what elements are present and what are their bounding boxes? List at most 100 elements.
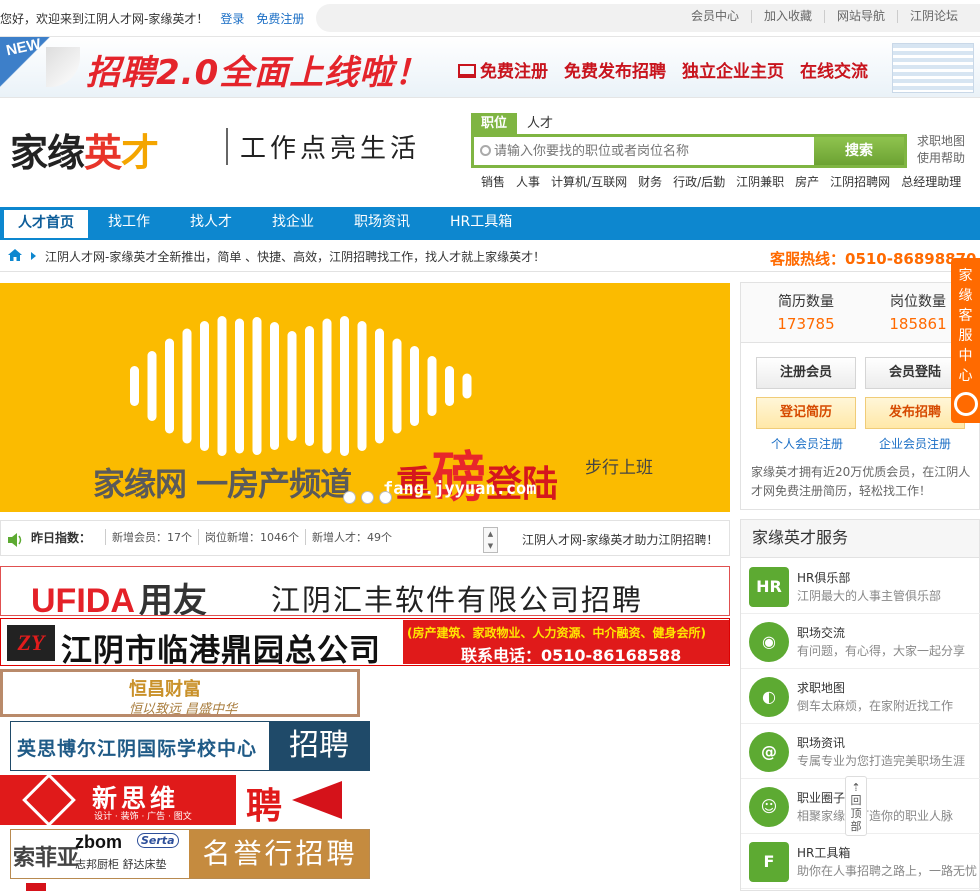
service-item-job-map[interactable]: ◐ 求职地图 倒车太麻烦，在家附近找工作	[741, 669, 980, 724]
nav-home[interactable]: 人才首页	[4, 207, 88, 238]
xsw-recruit-tag: 聘	[236, 775, 360, 825]
home-icon[interactable]	[8, 249, 22, 261]
main-nav: 人才首页 找工作 找人才 找企业 职场资讯 HR工具箱	[0, 207, 980, 238]
company-register-link[interactable]: 企业会员注册	[879, 435, 951, 452]
toolbox-icon: F	[749, 842, 789, 882]
login-link[interactable]: 登录	[220, 12, 244, 26]
post-job-button[interactable]: 发布招聘	[865, 397, 965, 429]
search-input[interactable]	[494, 140, 814, 162]
ad-zy[interactable]: ZY 江阴市临港鼎园总公司 (房产建筑、家政物业、人力资源、中介融资、健身会所)…	[0, 618, 730, 666]
ad-xinsiwei[interactable]: 新思维 设计 · 装饰 · 广告 · 图文 聘	[0, 775, 360, 825]
ufida-cn: 用友	[138, 582, 207, 616]
search-side-links: 求职地图 使用帮助	[917, 133, 965, 167]
ad-partial[interactable]	[0, 883, 360, 891]
hr-icon: HR	[749, 567, 789, 607]
sound-wave-bar	[445, 366, 454, 406]
ufida-logo: UFIDA 用友	[31, 573, 207, 616]
forum-link[interactable]: 江阴论坛	[896, 10, 970, 23]
service-item-career-news[interactable]: @ 职场资讯 专属专业为您打造完美职场生涯	[741, 724, 980, 779]
help-link[interactable]: 使用帮助	[917, 150, 965, 167]
scroll-news[interactable]: 江阴人才网-家缘英才助力江阴招聘！	[522, 531, 718, 548]
brand-serta: Serta	[137, 833, 179, 848]
welcome-text: 您好，欢迎来到江阴人才网-家缘英才！	[0, 12, 209, 26]
service-desc: 助你在人事招聘之路上，一路无忧	[797, 864, 978, 878]
hot-keyword[interactable]: 计算机/互联网	[551, 173, 627, 190]
nav-find-talent[interactable]: 找人才	[170, 207, 252, 238]
register-link[interactable]: 免费注册	[256, 12, 304, 26]
hot-keyword[interactable]: 总经理助理	[901, 173, 961, 190]
job-map-link[interactable]: 求职地图	[917, 133, 965, 150]
arrow-up-icon: ⇡	[851, 781, 861, 794]
service-item-hr-club[interactable]: HR HR俱乐部 江阴最大的人事主管俱乐部	[741, 559, 980, 614]
scroll-down-icon[interactable]: ▼	[484, 540, 497, 552]
nav-find-company[interactable]: 找企业	[252, 207, 334, 238]
ad-school[interactable]: 英思博尔江阴国际学校中心 招聘	[10, 721, 370, 771]
ad-ufida[interactable]: UFIDA 用友 江阴汇丰软件有限公司招聘	[0, 566, 730, 616]
member-center-link[interactable]: 会员中心	[679, 10, 751, 23]
sound-wave-bar	[252, 317, 262, 455]
member-panel: 注册会员 会员登陆 登记简历 发布招聘 个人会员注册 企业会员注册 家缘英才拥有…	[740, 342, 980, 510]
hot-keyword[interactable]: 房产	[795, 173, 819, 190]
school-name: 英思博尔江阴国际学校中心	[17, 738, 258, 760]
service-desc: 专属专业为您打造完美职场生涯	[797, 754, 966, 768]
hot-keyword[interactable]: 销售	[481, 173, 505, 190]
hero-url: fang.jyyuan.com	[383, 479, 537, 499]
welcome-message: 您好，欢迎来到江阴人才网-家缘英才！ 登录 免费注册	[0, 10, 304, 27]
nav-hr-tools[interactable]: HR工具箱	[430, 207, 532, 238]
site-nav-link[interactable]: 网站导航	[823, 10, 897, 23]
slider-dot[interactable]	[343, 491, 356, 504]
promo-banner[interactable]: NEW 招聘2.0全面上线啦！ 免费注册 免费发布招聘 独立企业主页 在线交流	[0, 36, 980, 98]
hot-keyword[interactable]: 江阴招聘网	[830, 173, 890, 190]
monitor-icon	[458, 64, 476, 78]
member-login-button[interactable]: 会员登陆	[865, 357, 965, 389]
nav-find-job[interactable]: 找工作	[88, 207, 170, 238]
customer-service-float[interactable]: 家缘客服中心	[951, 258, 980, 423]
service-item-hr-tools[interactable]: F HR工具箱 助你在人事招聘之路上，一路无忧	[741, 834, 980, 889]
search-button[interactable]: 搜索	[814, 137, 904, 165]
tab-talent[interactable]: 人才	[517, 113, 563, 134]
hero-slider[interactable]: 家缘网 一房产频道 重磅登陆 步行上班 fang.jyyuan.com	[0, 283, 730, 512]
sound-wave-bar	[130, 366, 139, 406]
back-to-top-button[interactable]: ⇡ 回顶部	[845, 776, 867, 836]
hot-keyword[interactable]: 江阴兼职	[736, 173, 784, 190]
sound-wave-bar	[235, 318, 244, 454]
hot-keyword[interactable]: 行政/后勤	[673, 173, 725, 190]
zy-phone: 联系电话：0510-86168588	[461, 646, 682, 665]
stats-label: 昨日指数：	[31, 531, 92, 545]
hc-slogan: 恒以致远 昌盛中华	[129, 702, 238, 717]
stat-new-talents: 新增人才：49个	[305, 529, 398, 545]
hero-heavy-text: 重磅登陆	[396, 433, 558, 512]
slider-dot[interactable]	[379, 491, 392, 504]
service-item-career-exchange[interactable]: ◉ 职场交流 有问题，有心得，大家一起分享	[741, 614, 980, 669]
sound-wave-bar	[410, 346, 419, 426]
speaker-icon	[8, 533, 22, 547]
site-screenshots-thumbnail	[892, 43, 974, 93]
logo-part2: 英	[84, 131, 122, 175]
personal-register-link[interactable]: 个人会员注册	[771, 435, 843, 452]
nav-career-news[interactable]: 职场资讯	[334, 207, 430, 238]
hot-keyword[interactable]: 人事	[516, 173, 540, 190]
ad-hengchang[interactable]: 恒昌财富 恒以致远 昌盛中华	[0, 669, 360, 717]
service-title: 职场交流	[797, 626, 846, 640]
register-member-button[interactable]: 注册会员	[756, 357, 856, 389]
add-favorite-link[interactable]: 加入收藏	[750, 10, 824, 23]
people-circle-icon: ☺	[749, 787, 789, 827]
banner-headline: 招聘2.0全面上线啦！	[86, 53, 430, 93]
services-title: 家缘英才服务	[741, 520, 979, 558]
slider-dot[interactable]	[361, 491, 374, 504]
ad-mingyu[interactable]: 索菲亚 zbom 志邦厨柜 舒达床垫 Serta 名誉行招聘	[10, 829, 370, 879]
sound-wave-bar	[182, 328, 192, 444]
submit-resume-button[interactable]: 登记简历	[756, 397, 856, 429]
banner-feature: 在线交流	[800, 62, 868, 82]
search-box: 搜索	[471, 134, 907, 168]
diamond-logo-icon	[22, 775, 76, 825]
sound-wave-bar	[270, 322, 279, 450]
tab-job[interactable]: 职位	[471, 113, 518, 134]
hot-keywords: 销售 人事 计算机/互联网 财务 行政/后勤 江阴兼职 房产 江阴招聘网 总经理…	[481, 173, 961, 190]
stat-new-jobs: 岗位新增：1046个	[198, 529, 305, 545]
notice-bar: 江阴人才网-家缘英才全新推出，简单 、快捷、高效，江阴招聘找工作，找人才就上家缘…	[0, 240, 980, 272]
scroll-up-icon[interactable]: ▲	[484, 528, 497, 540]
sound-wave-bar	[217, 316, 227, 456]
site-logo[interactable]: 家缘英才 工作点亮生活	[10, 122, 416, 177]
hot-keyword[interactable]: 财务	[638, 173, 662, 190]
